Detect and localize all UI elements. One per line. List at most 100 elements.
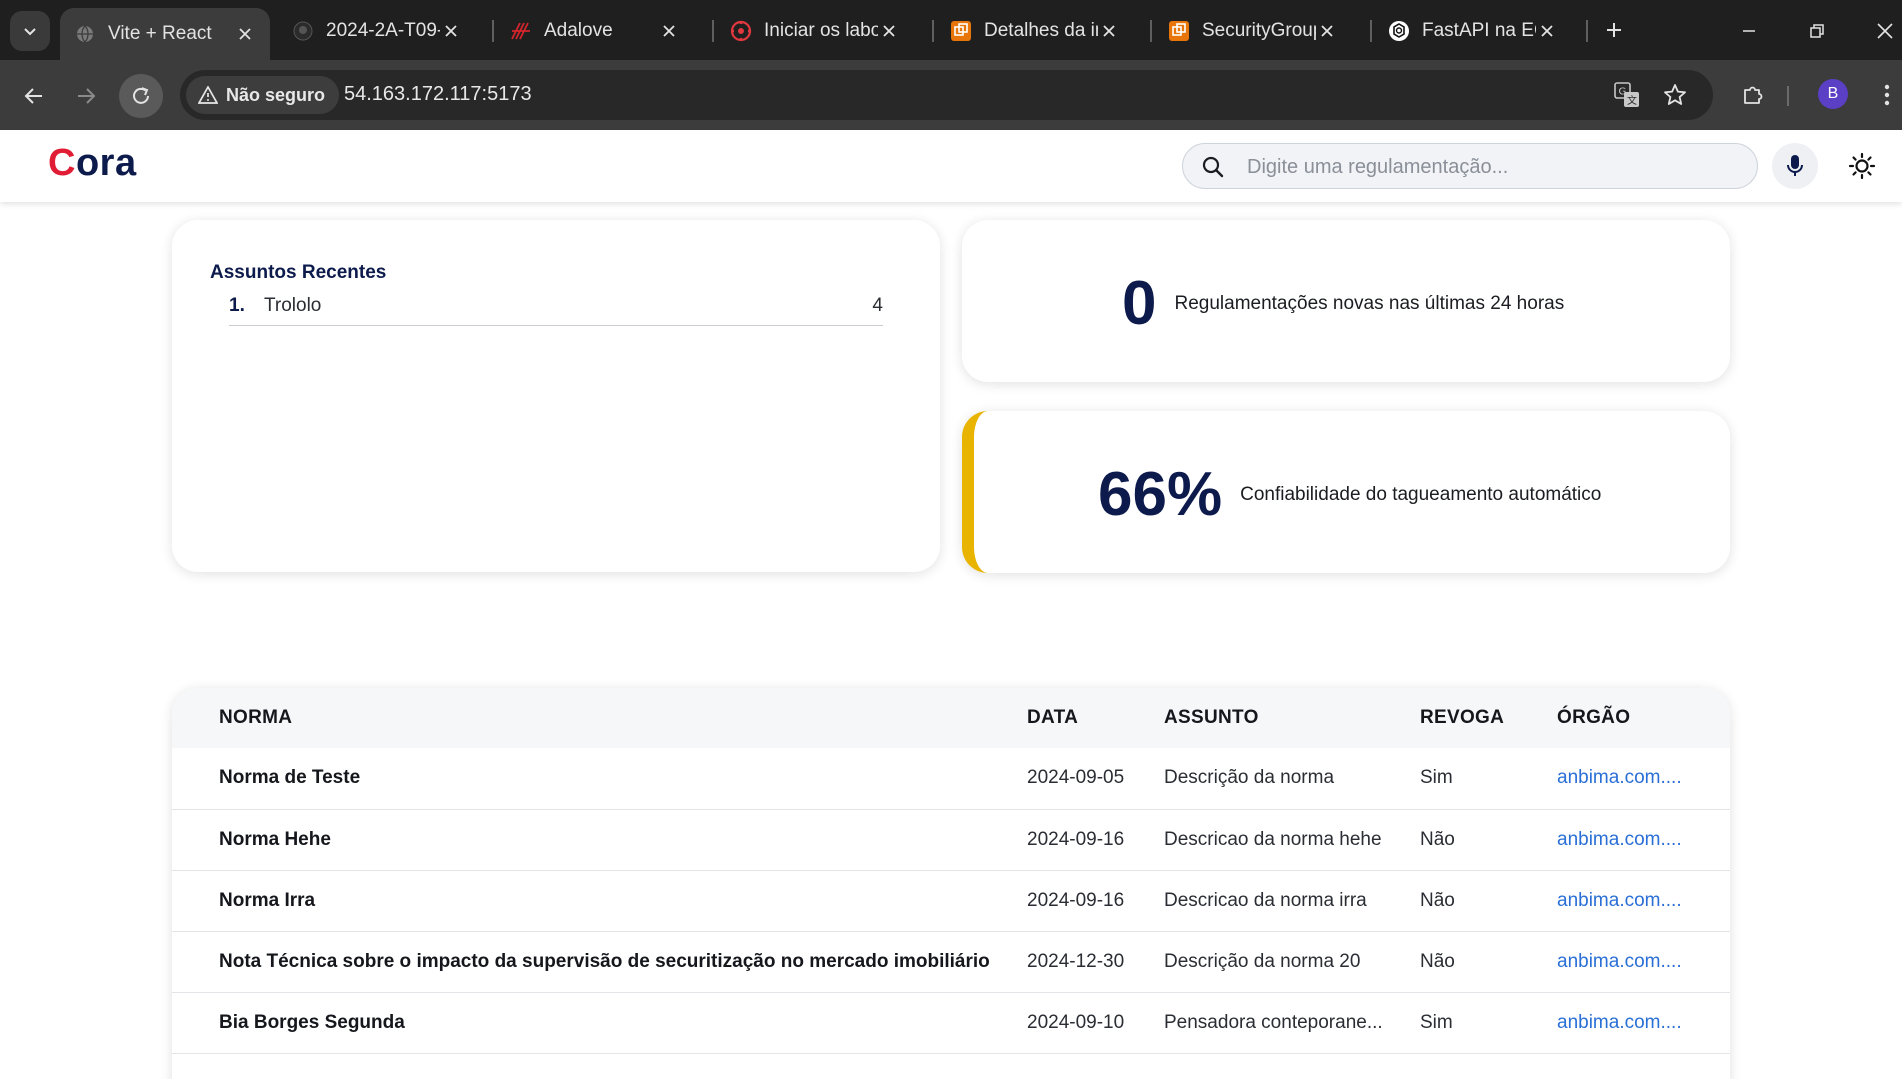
column-header-data[interactable]: DATA bbox=[1027, 688, 1164, 748]
close-icon[interactable] bbox=[658, 20, 680, 42]
column-header-revoga[interactable]: REVOGA bbox=[1420, 688, 1557, 748]
cell-data: 2024-09-16 bbox=[1027, 809, 1164, 871]
browser-menu-button[interactable] bbox=[1872, 80, 1902, 110]
table-row[interactable]: Bia Borges Segunda 2024-09-10 Pensadora … bbox=[172, 992, 1730, 1054]
restore-icon bbox=[1810, 24, 1824, 38]
tab-search-button[interactable] bbox=[10, 11, 50, 51]
star-icon bbox=[1664, 84, 1686, 105]
tab-github[interactable]: 2024-2A-T09- bbox=[278, 8, 476, 54]
tab-canvas[interactable]: Iniciar os labo bbox=[716, 8, 914, 54]
github-icon bbox=[292, 20, 314, 42]
minimize-button[interactable] bbox=[1732, 14, 1766, 48]
stat-label: Regulamentações novas nas últimas 24 hor… bbox=[1174, 292, 1565, 314]
security-chip[interactable]: Não seguro bbox=[186, 76, 340, 114]
cell-revoga: Não bbox=[1420, 870, 1557, 932]
url-text[interactable]: 54.163.172.117:5173 bbox=[344, 83, 532, 106]
column-header-orgao[interactable]: ÓRGÃO bbox=[1557, 688, 1730, 748]
sun-icon bbox=[1848, 152, 1876, 180]
cell-norma: Norma Irra bbox=[172, 870, 1027, 932]
column-header-assunto[interactable]: ASSUNTO bbox=[1164, 688, 1420, 748]
tab-title: FastAPI na EC bbox=[1422, 20, 1536, 41]
close-icon[interactable] bbox=[1316, 20, 1338, 42]
tab-security-group[interactable]: SecurityGroup bbox=[1154, 8, 1352, 54]
tab-separator bbox=[492, 20, 494, 42]
list-item[interactable]: 1. Trololo 4 bbox=[229, 286, 883, 326]
browser-toolbar: Não seguro 54.163.172.117:5173 G文 B bbox=[0, 60, 1902, 130]
column-header-norma[interactable]: NORMA bbox=[172, 688, 1027, 748]
back-button[interactable] bbox=[12, 74, 56, 118]
theme-toggle-button[interactable] bbox=[1846, 150, 1878, 182]
close-icon[interactable] bbox=[1098, 20, 1120, 42]
logo-letter-c: C bbox=[48, 142, 76, 184]
item-name: Trololo bbox=[264, 294, 322, 316]
arrow-left-icon bbox=[24, 88, 42, 104]
kebab-menu-icon bbox=[1884, 84, 1890, 106]
svg-text:文: 文 bbox=[1627, 94, 1637, 107]
tab-aws-instance[interactable]: Detalhes da in bbox=[936, 8, 1134, 54]
arrow-right-icon bbox=[78, 88, 96, 104]
bookmark-button[interactable] bbox=[1661, 81, 1689, 109]
cell-assunto: Pensadora conteporane... bbox=[1164, 992, 1420, 1054]
tab-title: 2024-2A-T09- bbox=[326, 20, 440, 41]
cell-assunto: Descricao da norma irra bbox=[1164, 870, 1420, 932]
close-icon[interactable] bbox=[878, 20, 900, 42]
cell-revoga: Não bbox=[1420, 931, 1557, 993]
reload-button[interactable] bbox=[119, 74, 163, 118]
voice-search-button[interactable] bbox=[1772, 143, 1818, 189]
new-tab-button[interactable] bbox=[1598, 14, 1630, 46]
close-icon[interactable] bbox=[234, 23, 256, 45]
table-row[interactable]: Nota Técnica sobre o impacto da supervis… bbox=[172, 931, 1730, 993]
security-label: Não seguro bbox=[226, 84, 326, 105]
orgao-link[interactable]: anbima.com.... bbox=[1557, 829, 1682, 850]
close-icon bbox=[1877, 23, 1893, 39]
toolbar-divider bbox=[1787, 86, 1789, 106]
orgao-link[interactable]: anbima.com.... bbox=[1557, 951, 1682, 972]
tab-adalove[interactable]: Adalove bbox=[496, 8, 694, 54]
logo-rest: ora bbox=[75, 142, 137, 184]
cell-revoga: Sim bbox=[1420, 748, 1557, 810]
aws-icon bbox=[1168, 20, 1190, 42]
forward-button[interactable] bbox=[64, 74, 108, 118]
table-row[interactable]: Norma Irra 2024-09-16 Descricao da norma… bbox=[172, 870, 1730, 932]
tab-separator bbox=[1150, 20, 1152, 42]
cell-assunto: Descrição da norma 20 bbox=[1164, 931, 1420, 993]
table-header-row: NORMA DATA ASSUNTO REVOGA ÓRGÃO bbox=[172, 688, 1730, 748]
address-bar[interactable]: Não seguro 54.163.172.117:5173 G文 bbox=[180, 70, 1713, 120]
tab-fastapi[interactable]: FastAPI na EC bbox=[1374, 8, 1572, 54]
cell-assunto: Descrição da norma bbox=[1164, 748, 1420, 810]
tab-title: Adalove bbox=[544, 20, 613, 41]
stat-value: 66% bbox=[1098, 460, 1223, 529]
tab-title: Vite + React bbox=[108, 23, 212, 44]
regulation-search[interactable] bbox=[1182, 143, 1758, 189]
translate-button[interactable]: G文 bbox=[1613, 81, 1641, 109]
new-regulations-card: 0 Regulamentações novas nas últimas 24 h… bbox=[962, 220, 1730, 382]
cell-revoga: Sim bbox=[1420, 992, 1557, 1054]
recent-subjects-title: Assuntos Recentes bbox=[210, 262, 387, 283]
orgao-link[interactable]: anbima.com.... bbox=[1557, 767, 1682, 788]
cell-data: 2024-12-30 bbox=[1027, 931, 1164, 993]
warning-icon bbox=[198, 86, 218, 104]
page-viewport: Cora Assuntos Recentes 1. Trololo 4 0 Re… bbox=[0, 130, 1902, 1079]
restore-button[interactable] bbox=[1800, 14, 1834, 48]
profile-avatar[interactable]: B bbox=[1818, 79, 1848, 109]
cell-norma: Nota Técnica sobre o impacto da supervis… bbox=[172, 931, 1027, 993]
tab-vite-react[interactable]: Vite + React bbox=[60, 8, 270, 60]
microphone-icon bbox=[1787, 155, 1803, 176]
plus-icon bbox=[1607, 23, 1621, 37]
tagging-confidence-card: 66% Confiabilidade do tagueamento automá… bbox=[962, 411, 1730, 573]
close-icon[interactable] bbox=[440, 20, 462, 42]
cell-norma: Norma de Teste bbox=[172, 748, 1027, 810]
table-row[interactable]: Norma Hehe 2024-09-16 Descricao da norma… bbox=[172, 809, 1730, 871]
openai-icon bbox=[1388, 20, 1410, 42]
orgao-link[interactable]: anbima.com.... bbox=[1557, 890, 1682, 911]
table-row[interactable]: Norma de Teste 2024-09-05 Descrição da n… bbox=[172, 748, 1730, 810]
search-input[interactable] bbox=[1247, 152, 1737, 182]
cell-norma: Norma Hehe bbox=[172, 809, 1027, 871]
reload-icon bbox=[133, 87, 149, 104]
extensions-button[interactable] bbox=[1738, 80, 1768, 110]
orgao-link[interactable]: anbima.com.... bbox=[1557, 1012, 1682, 1033]
cora-logo[interactable]: Cora bbox=[48, 142, 137, 185]
close-window-button[interactable] bbox=[1868, 14, 1902, 48]
close-icon[interactable] bbox=[1536, 20, 1558, 42]
tab-title: Iniciar os labo bbox=[764, 20, 878, 41]
